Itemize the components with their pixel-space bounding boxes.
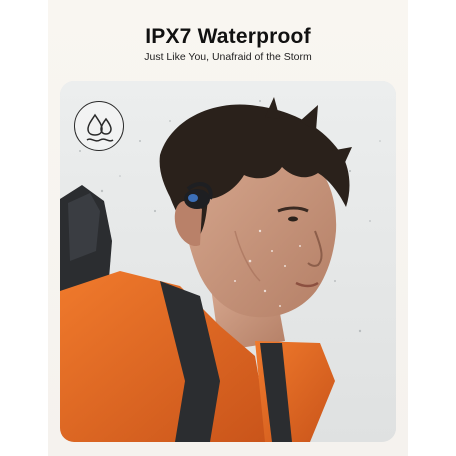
subline: Just Like You, Unafraid of the Storm [144, 51, 312, 63]
water-drops-icon [74, 101, 124, 151]
headline: IPX7 Waterproof [145, 25, 311, 48]
